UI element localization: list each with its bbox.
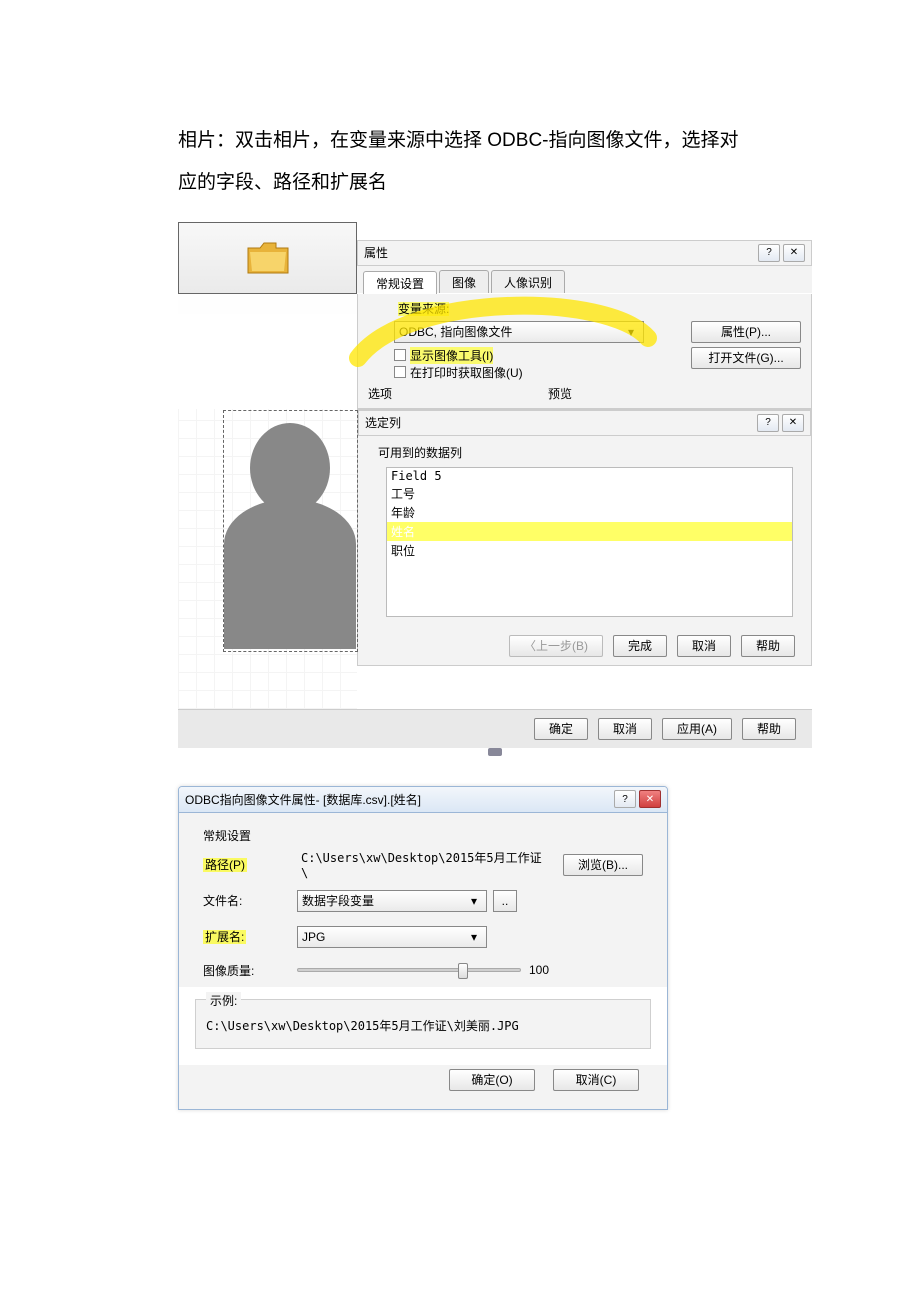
screenshot-odbc-properties: ODBC指向图像文件属性- [数据库.csv].[姓名] ? ✕ 常规设置 路径… [178, 786, 668, 1110]
help-button[interactable]: 帮助 [742, 718, 796, 740]
varsrc-dropdown[interactable]: ODBC, 指向图像文件 ▾ [394, 321, 644, 343]
dialog-title-bar: 属性 ? ✕ [357, 240, 812, 266]
list-item[interactable]: Field 5 [387, 468, 792, 484]
ext-label: 扩展名: [203, 930, 246, 944]
cancel-button[interactable]: 取消(C) [553, 1069, 639, 1091]
list-item[interactable]: 年龄 [387, 503, 792, 522]
dialog-footer: 确定 取消 应用(A) 帮助 [178, 709, 812, 748]
path-value: C:\Users\xw\Desktop\2015年5月工作证\ [297, 854, 549, 876]
preview-label: 预览 [548, 385, 572, 402]
example-fieldset: 示例: C:\Users\xw\Desktop\2015年5月工作证\刘美丽.J… [195, 999, 651, 1049]
varsrc-value: ODBC, 指向图像文件 [399, 323, 512, 340]
columns-listbox[interactable]: Field 5 工号 年龄 姓名 职位 [386, 467, 793, 617]
chevron-down-icon: ▾ [466, 930, 482, 944]
folder-icon [246, 240, 290, 276]
screenshot-properties: 属性 ? ✕ 常规设置 图像 人像识别 变量来源: [178, 222, 812, 756]
dialog-title: 属性 [364, 244, 388, 261]
photo-silhouette-body [224, 499, 356, 649]
filename-value: 数据字段变量 [302, 892, 374, 909]
example-label: 示例: [206, 992, 241, 1009]
tab-image[interactable]: 图像 [439, 270, 489, 293]
chevron-down-icon: ▾ [623, 325, 639, 339]
quality-label: 图像质量: [203, 962, 283, 979]
resize-handle[interactable] [178, 748, 812, 756]
thumbnail-area [178, 222, 357, 294]
props-body: 变量来源: ODBC, 指向图像文件 ▾ 属性(P)... 显示图像工具(I) … [357, 294, 812, 409]
instruction-text: 相片：双击相片，在变量来源中选择 ODBC-指向图像文件，选择对应的字段、路径和… [178, 120, 742, 204]
open-file-button[interactable]: 打开文件(G)... [691, 347, 801, 369]
close-icon[interactable]: ✕ [783, 244, 805, 262]
toolbar-strip [357, 222, 812, 240]
ok-button[interactable]: 确定(O) [449, 1069, 535, 1091]
quality-slider[interactable] [297, 968, 521, 972]
options-label: 选项 [368, 385, 548, 402]
cancel-button[interactable]: 取消 [598, 718, 652, 740]
get-on-print-label: 在打印时获取图像(U) [410, 364, 523, 381]
list-item[interactable]: 工号 [387, 484, 792, 503]
general-section-label: 常规设置 [203, 827, 643, 844]
canvas-grid [178, 409, 357, 709]
tabs: 常规设置 图像 人像识别 [357, 266, 812, 293]
help-icon[interactable]: ? [758, 244, 780, 262]
varsrc-label: 变量来源: [398, 302, 449, 316]
finish-button[interactable]: 完成 [613, 635, 667, 657]
filename-dropdown[interactable]: 数据字段变量 ▾ [297, 890, 487, 912]
help-button[interactable]: 帮助 [741, 635, 795, 657]
odbc-title-bar: ODBC指向图像文件属性- [数据库.csv].[姓名] ? ✕ [179, 787, 667, 813]
back-button: 〈上一步(B) [509, 635, 603, 657]
tab-general[interactable]: 常规设置 [363, 271, 437, 294]
available-columns-label: 可用到的数据列 [358, 436, 811, 465]
select-column-dialog: 选定列 ? ✕ 可用到的数据列 Field 5 工号 年龄 姓名 职位 〈 [357, 409, 812, 666]
apply-button[interactable]: 应用(A) [662, 718, 732, 740]
filename-label: 文件名: [203, 892, 283, 909]
select-column-title: 选定列 [365, 414, 401, 431]
close-icon[interactable]: ✕ [639, 790, 661, 808]
get-on-print-checkbox[interactable] [394, 366, 406, 378]
slider-thumb[interactable] [458, 963, 468, 979]
close-icon[interactable]: ✕ [782, 414, 804, 432]
list-item-selected[interactable]: 姓名 [387, 522, 792, 541]
example-path: C:\Users\xw\Desktop\2015年5月工作证\刘美丽.JPG [206, 1017, 640, 1034]
path-label: 路径(P) [203, 858, 247, 872]
show-image-tool-checkbox[interactable] [394, 349, 406, 361]
properties-button[interactable]: 属性(P)... [691, 321, 801, 343]
help-icon[interactable]: ? [757, 414, 779, 432]
cancel-button[interactable]: 取消 [677, 635, 731, 657]
filename-more-button[interactable]: .. [493, 890, 517, 912]
help-icon[interactable]: ? [614, 790, 636, 808]
ext-dropdown[interactable]: JPG ▾ [297, 926, 487, 948]
list-item[interactable]: 职位 [387, 541, 792, 560]
ext-value: JPG [302, 930, 325, 944]
odbc-title: ODBC指向图像文件属性- [数据库.csv].[姓名] [185, 791, 421, 808]
quality-value: 100 [529, 963, 549, 977]
ok-button[interactable]: 确定 [534, 718, 588, 740]
chevron-down-icon: ▾ [466, 894, 482, 908]
show-image-tool-label: 显示图像工具(I) [410, 347, 493, 364]
browse-button[interactable]: 浏览(B)... [563, 854, 643, 876]
tab-face[interactable]: 人像识别 [491, 270, 565, 293]
